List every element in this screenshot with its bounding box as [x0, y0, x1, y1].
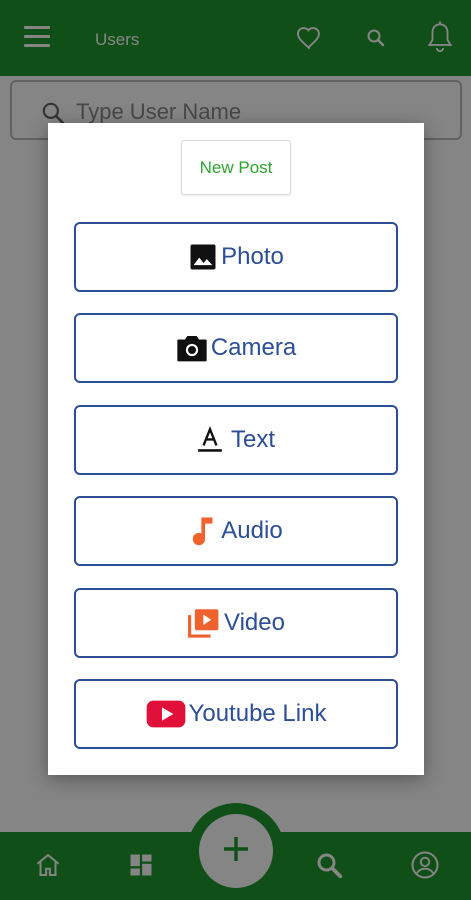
audio-option-button[interactable]: Audio	[74, 496, 398, 566]
photo-option-button[interactable]: Photo	[74, 222, 398, 292]
camera-option-button[interactable]: Camera	[74, 313, 398, 383]
youtube-option-button[interactable]: Youtube Link	[74, 679, 398, 749]
text-format-icon	[197, 426, 223, 454]
option-label: Audio	[221, 517, 283, 544]
video-option-button[interactable]: Video	[74, 588, 398, 658]
option-label: Photo	[221, 243, 284, 270]
new-post-dialog: New Post Photo Camera Text Audio Video Y…	[48, 123, 424, 775]
camera-icon	[176, 333, 208, 363]
music-note-icon	[189, 515, 215, 547]
option-label: Youtube Link	[188, 700, 327, 727]
option-label: Camera	[210, 334, 297, 361]
photo-icon	[188, 242, 218, 272]
youtube-icon	[146, 700, 186, 728]
video-library-icon	[187, 607, 221, 639]
text-option-button[interactable]: Text	[74, 405, 398, 475]
dialog-title: New Post	[181, 140, 291, 195]
option-label: Video	[224, 609, 285, 636]
option-label: Text	[230, 426, 275, 453]
